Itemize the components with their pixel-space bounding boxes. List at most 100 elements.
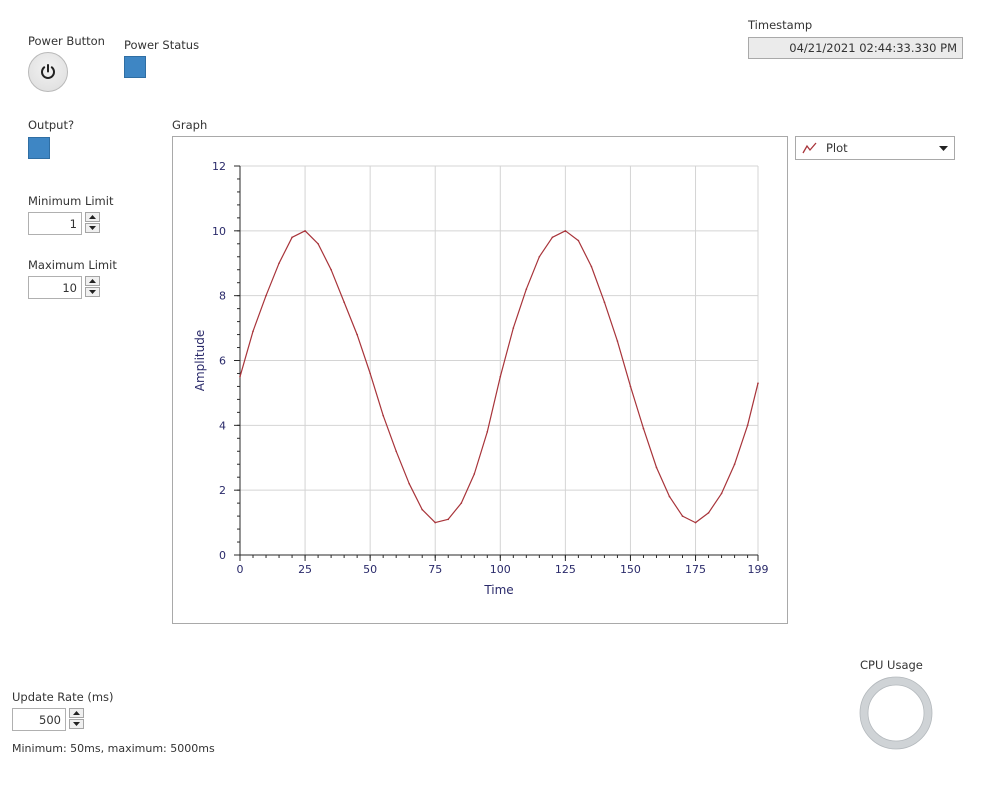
data-point — [278, 262, 280, 264]
data-point — [526, 288, 528, 290]
data-point — [408, 483, 410, 485]
data-point — [239, 376, 241, 378]
power-button[interactable] — [28, 52, 68, 92]
data-point — [539, 256, 541, 258]
output-label: Output? — [28, 118, 74, 132]
x-tick-label: 25 — [298, 563, 312, 576]
graph-label: Graph — [172, 118, 207, 132]
update-rate-control — [12, 708, 84, 731]
data-point — [656, 467, 658, 469]
x-tick-label: 125 — [555, 563, 576, 576]
data-point — [330, 269, 332, 271]
minimum-limit-label: Minimum Limit — [28, 194, 113, 208]
minimum-limit-increment-button[interactable] — [85, 212, 100, 222]
caret-down-icon — [89, 226, 96, 230]
caret-up-icon — [89, 279, 96, 283]
y-tick-label: 4 — [219, 419, 226, 432]
power-icon — [39, 63, 57, 81]
output-indicator — [28, 137, 50, 159]
x-tick-label: 100 — [490, 563, 511, 576]
minimum-limit-input[interactable] — [28, 212, 82, 235]
update-rate-hint: Minimum: 50ms, maximum: 5000ms — [12, 742, 215, 755]
data-point — [473, 473, 475, 475]
data-point — [369, 373, 371, 375]
cpu-usage-gauge — [858, 675, 934, 751]
plot-legend-selector[interactable]: Plot — [795, 136, 955, 160]
caret-down-icon — [89, 290, 96, 294]
y-tick-label: 10 — [212, 225, 226, 238]
caret-up-icon — [89, 215, 96, 219]
data-point — [500, 376, 502, 378]
data-point — [708, 512, 710, 514]
update-rate-label: Update Rate (ms) — [12, 690, 114, 704]
data-point — [591, 266, 593, 268]
x-tick-label: 0 — [237, 563, 244, 576]
caret-up-icon — [73, 711, 80, 715]
graph-panel[interactable]: 0255075100125150175199024681012 Time Amp… — [172, 136, 788, 624]
data-point — [513, 327, 515, 329]
data-point — [757, 382, 759, 384]
data-point — [695, 522, 697, 524]
plot-line-icon — [802, 141, 818, 155]
x-tick-label: 75 — [428, 563, 442, 576]
data-point — [291, 237, 293, 239]
cpu-usage-label: CPU Usage — [860, 658, 923, 672]
data-point — [604, 301, 606, 303]
minimum-limit-control — [28, 212, 100, 235]
update-rate-increment-button[interactable] — [69, 708, 84, 718]
caret-down-icon — [73, 722, 80, 726]
plot-legend-label: Plot — [826, 141, 939, 155]
data-point — [643, 428, 645, 430]
minimum-limit-decrement-button[interactable] — [85, 223, 100, 233]
data-point — [721, 493, 723, 495]
x-axis-title: Time — [483, 583, 513, 597]
data-point — [252, 331, 254, 333]
maximum-limit-decrement-button[interactable] — [85, 287, 100, 297]
data-point — [265, 295, 267, 297]
data-point — [682, 515, 684, 517]
chart-grid — [240, 166, 758, 555]
data-point — [747, 425, 749, 427]
chart-series — [239, 230, 759, 523]
power-status-label: Power Status — [124, 38, 199, 52]
update-rate-decrement-button[interactable] — [69, 719, 84, 729]
timestamp-label: Timestamp — [748, 18, 812, 32]
data-point — [382, 415, 384, 417]
data-point — [343, 301, 345, 303]
x-tick-label: 199 — [748, 563, 769, 576]
data-point — [421, 509, 423, 511]
data-point — [578, 240, 580, 242]
data-point — [447, 519, 449, 521]
y-tick-label: 6 — [219, 355, 226, 368]
update-rate-input[interactable] — [12, 708, 66, 731]
dropdown-arrow-icon — [939, 146, 948, 151]
data-point — [486, 431, 488, 433]
waveform-chart: 0255075100125150175199024681012 Time Amp… — [173, 137, 787, 623]
data-point — [460, 502, 462, 504]
y-tick-label: 8 — [219, 290, 226, 303]
series-line-plot — [240, 231, 758, 523]
maximum-limit-spinner — [85, 276, 100, 299]
maximum-limit-control — [28, 276, 100, 299]
data-point — [630, 386, 632, 388]
data-point — [304, 230, 306, 232]
maximum-limit-increment-button[interactable] — [85, 276, 100, 286]
data-point — [565, 230, 567, 232]
power-status-indicator — [124, 56, 146, 78]
y-tick-label: 12 — [212, 160, 226, 173]
data-point — [434, 522, 436, 524]
chart-axes: 0255075100125150175199024681012 — [212, 160, 769, 576]
data-point — [552, 237, 554, 239]
y-tick-label: 2 — [219, 484, 226, 497]
maximum-limit-input[interactable] — [28, 276, 82, 299]
x-tick-label: 150 — [620, 563, 641, 576]
data-point — [734, 463, 736, 465]
maximum-limit-label: Maximum Limit — [28, 258, 117, 272]
data-point — [395, 450, 397, 452]
x-tick-label: 50 — [363, 563, 377, 576]
data-point — [669, 496, 671, 498]
timestamp-display: 04/21/2021 02:44:33.330 PM — [748, 37, 963, 59]
y-axis-title: Amplitude — [193, 330, 207, 392]
x-tick-label: 175 — [685, 563, 706, 576]
data-point — [356, 334, 358, 336]
